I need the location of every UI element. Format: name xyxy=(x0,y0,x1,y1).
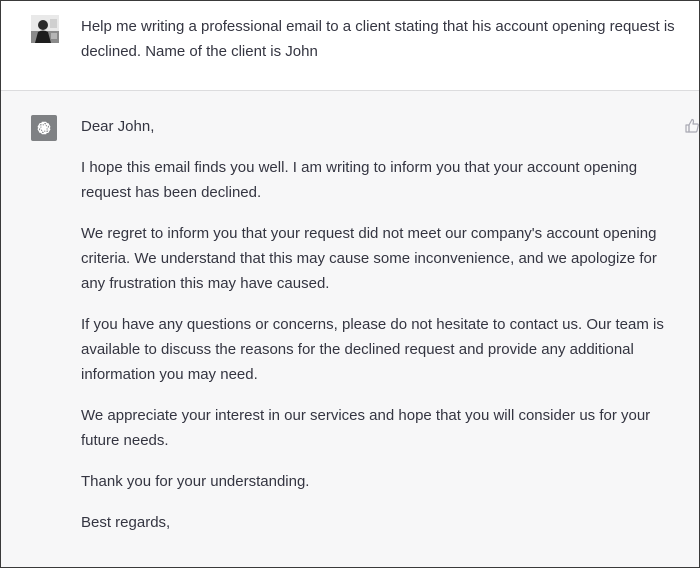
assistant-message: Dear John, I hope this email finds you w… xyxy=(1,91,699,567)
chat-window: Help me writing a professional email to … xyxy=(0,0,700,568)
reply-paragraph: We regret to inform you that your reques… xyxy=(81,225,657,292)
thumbs-up-icon[interactable] xyxy=(685,118,699,134)
openai-logo-icon xyxy=(31,115,57,141)
reply-paragraph: If you have any questions or concerns, p… xyxy=(81,316,664,383)
reply-paragraph: We appreciate your interest in our servi… xyxy=(81,407,651,449)
user-message: Help me writing a professional email to … xyxy=(1,1,699,91)
reply-greeting: Dear John, xyxy=(81,118,155,135)
user-message-text: Help me writing a professional email to … xyxy=(81,18,675,60)
user-avatar xyxy=(31,15,59,43)
reply-paragraph: Thank you for your understanding. xyxy=(81,473,310,490)
reply-signoff: Best regards, xyxy=(81,514,171,531)
assistant-reply: Dear John, I hope this email finds you w… xyxy=(81,114,681,551)
reply-paragraph: I hope this email finds you well. I am w… xyxy=(81,159,638,201)
